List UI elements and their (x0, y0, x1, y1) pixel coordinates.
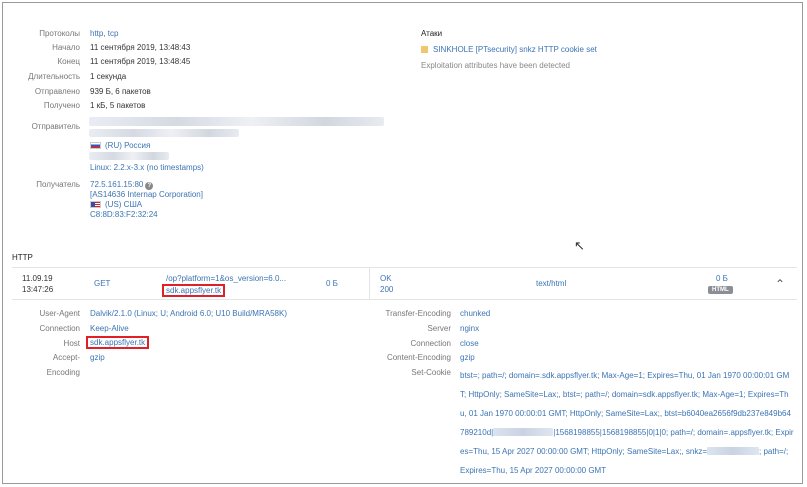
collapse-chevron-icon[interactable]: ⌃ (775, 277, 785, 291)
end-value: 11 сентября 2019, 13:48:45 (90, 57, 191, 66)
attacks-title: Атаки (421, 29, 443, 38)
set-cookie-value: btst=; path=/; domain=.sdk.appsflyer.tk;… (460, 371, 794, 475)
start-label: Начало (52, 43, 80, 52)
sent-label: Отправлено (34, 87, 80, 96)
duration-label: Длительность (28, 72, 80, 81)
end-label: Конец (57, 57, 80, 66)
accept-encoding-label-1: Accept- (52, 353, 80, 362)
user-agent-value: Dalvik/2.1.0 (Linux; U; Android 6.0; U10… (90, 309, 287, 318)
response-connection-label: Connection (410, 339, 451, 348)
sender-country[interactable]: (RU) Россия (90, 141, 150, 150)
set-cookie-label: Set-Cookie (411, 368, 451, 377)
usa-flag-icon (90, 201, 101, 208)
connection-value: Keep-Alive (90, 324, 129, 333)
html-badge: HTML (708, 286, 733, 294)
user-agent-label: User-Agent (39, 309, 80, 318)
protocols-value[interactable]: http, tcp (90, 29, 118, 38)
attack-item[interactable]: SINKHOLE [PTsecurity] snkz HTTP cookie s… (421, 45, 597, 54)
request-size: 0 Б (326, 279, 338, 288)
accept-encoding-label-2: Encoding (46, 368, 80, 377)
cookie-redacted (493, 428, 554, 436)
receiver-country[interactable]: (US) США (90, 200, 142, 209)
receiver-as[interactable]: [AS14636 Internap Corporation] (90, 190, 203, 199)
help-icon[interactable]: ? (145, 182, 154, 190)
sender-city-redacted (89, 152, 169, 160)
sender-os[interactable]: Linux: 2.2.x-3.x (no timestamps) (90, 163, 204, 172)
receiver-ip[interactable]: 72.5.161.15:80? (90, 180, 154, 190)
severity-marker-icon (421, 46, 428, 53)
host-value-highlighted[interactable]: sdk.appsflyer.tk (86, 336, 150, 349)
attack-note: Exploitation attributes have been detect… (421, 61, 570, 70)
sender-label: Отправитель (31, 122, 80, 131)
russia-flag-icon (90, 142, 101, 149)
content-encoding-value: gzip (460, 353, 475, 362)
cookie-redacted (707, 447, 760, 455)
response-size: 0 Б (716, 274, 728, 283)
http-section-title: HTTP (12, 253, 33, 262)
content-encoding-label: Content-Encoding (386, 353, 451, 362)
sender-hostname-redacted (89, 129, 239, 137)
server-label: Server (427, 324, 451, 333)
host-label: Host (63, 339, 80, 348)
response-status-code: 200 (380, 285, 394, 294)
duration-value: 1 секунда (90, 72, 127, 81)
divider (12, 299, 797, 300)
sender-address-redacted (89, 117, 384, 126)
request-time: 13:47:26 (22, 285, 54, 294)
server-value: nginx (460, 324, 480, 333)
response-status-text: OK (380, 274, 392, 283)
request-date: 11.09.19 (22, 274, 53, 283)
divider (12, 267, 797, 268)
transfer-encoding-label: Transfer-Encoding (385, 309, 451, 318)
received-value: 1 кБ, 5 пакетов (90, 101, 146, 110)
transfer-encoding-value: chunked (460, 309, 491, 318)
response-content-type: text/html (536, 279, 567, 288)
accept-encoding-value: gzip (90, 353, 105, 362)
mouse-cursor-icon: ↖ (574, 238, 585, 253)
connection-label: Connection (39, 324, 80, 333)
protocols-label: Протоколы (39, 29, 80, 38)
response-connection-value: close (460, 339, 479, 348)
sent-value: 939 Б, 6 пакетов (90, 87, 151, 96)
request-host-highlighted[interactable]: sdk.appsflyer.tk (162, 284, 226, 297)
receiver-mac[interactable]: C8:8D:83:F2:32:24 (90, 210, 158, 219)
divider (369, 268, 370, 299)
received-label: Получено (43, 101, 80, 110)
request-path[interactable]: /op?platform=1&os_version=6.0... (166, 274, 286, 283)
start-value: 11 сентября 2019, 13:48:43 (90, 43, 191, 52)
receiver-label: Получатель (36, 180, 80, 189)
request-method: GET (94, 279, 111, 288)
